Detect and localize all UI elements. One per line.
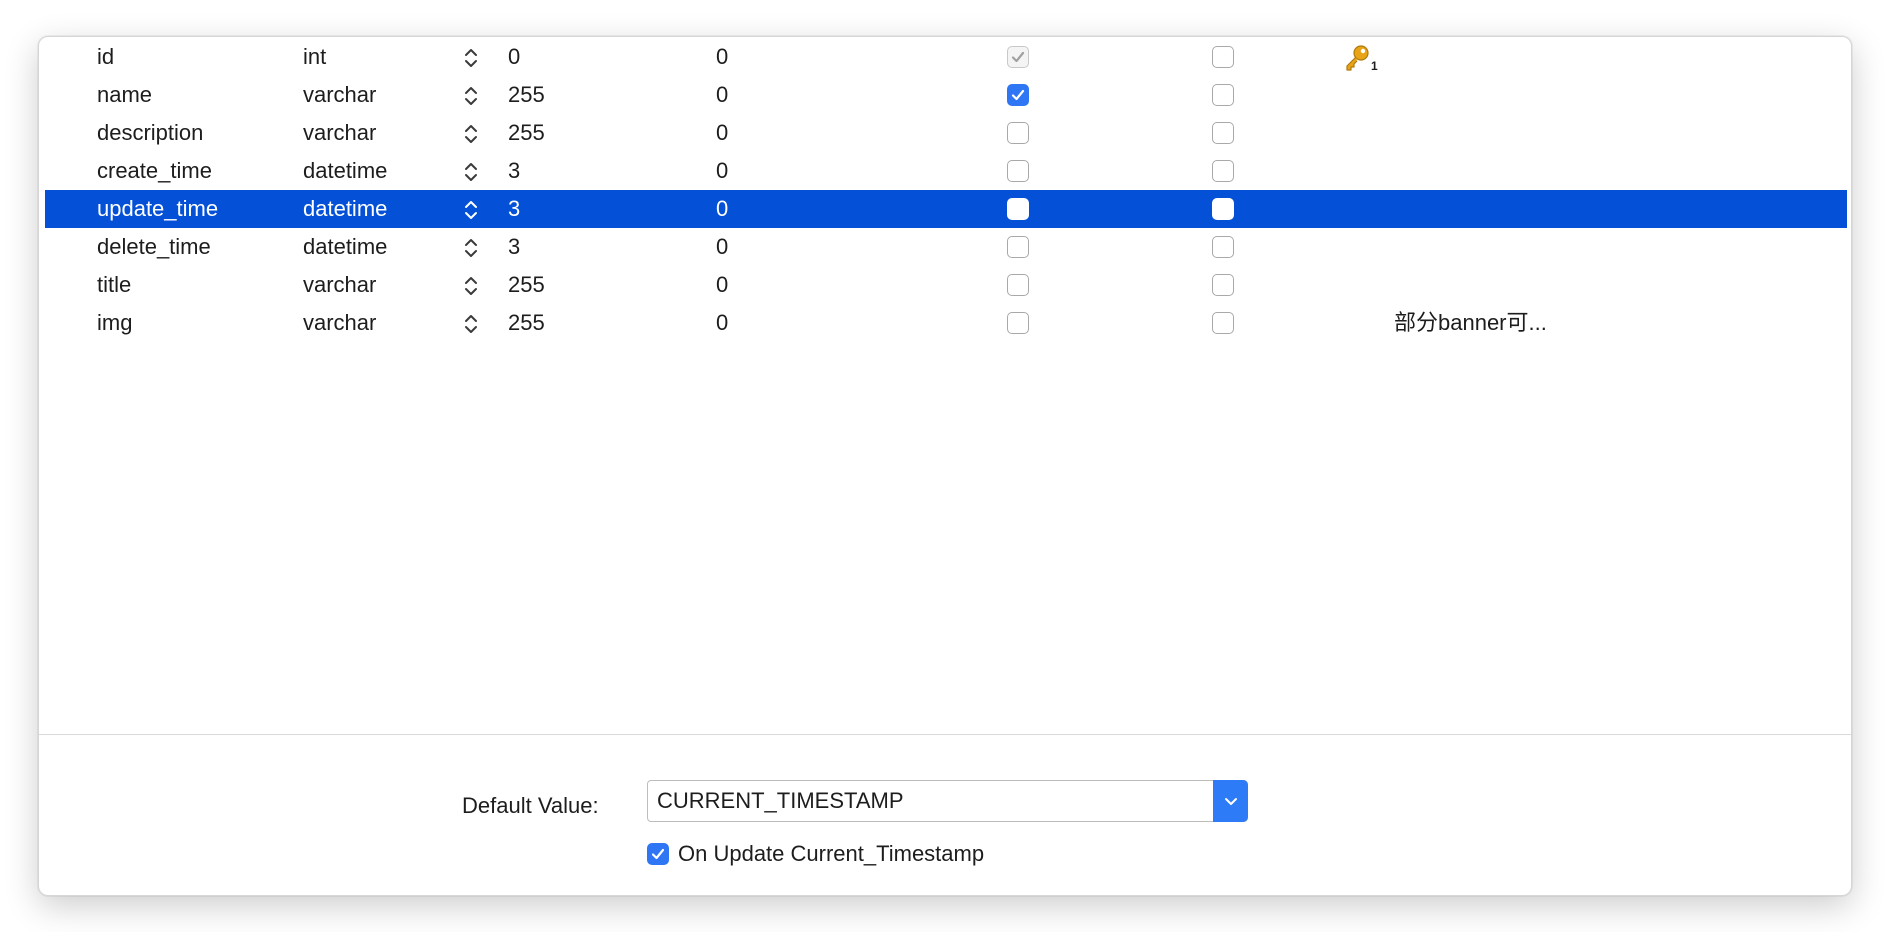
field-type[interactable]: varchar: [303, 114, 376, 152]
default-value-text: CURRENT_TIMESTAMP: [657, 788, 904, 813]
field-name[interactable]: title: [97, 266, 131, 304]
fields-table: id int 0 0 1 name varchar 255 0 description varcha…: [45, 38, 1847, 734]
field-decimals[interactable]: 0: [716, 38, 728, 76]
table-row[interactable]: name varchar 255 0: [45, 76, 1847, 114]
field-length[interactable]: 255: [508, 76, 545, 114]
unsigned-checkbox[interactable]: [1212, 198, 1234, 220]
table-structure-window: id int 0 0 1 name varchar 255 0 description varcha…: [38, 36, 1852, 896]
on-update-label: On Update Current_Timestamp: [678, 841, 985, 866]
field-type[interactable]: int: [303, 38, 326, 76]
table-row[interactable]: id int 0 0 1: [45, 38, 1847, 76]
svg-text:1: 1: [1371, 59, 1378, 72]
field-decimals[interactable]: 0: [716, 228, 728, 266]
field-name[interactable]: img: [97, 304, 132, 342]
default-value-select[interactable]: CURRENT_TIMESTAMP: [647, 780, 1248, 822]
table-row[interactable]: delete_time datetime 3 0: [45, 228, 1847, 266]
field-decimals[interactable]: 0: [716, 152, 728, 190]
field-length[interactable]: 255: [508, 266, 545, 304]
field-decimals[interactable]: 0: [716, 266, 728, 304]
table-row[interactable]: update_time datetime 3 0: [45, 190, 1847, 228]
field-length[interactable]: 0: [508, 38, 520, 76]
not-null-checkbox[interactable]: [1007, 122, 1029, 144]
unsigned-checkbox[interactable]: [1212, 84, 1234, 106]
type-stepper-icon[interactable]: [463, 275, 479, 297]
table-row[interactable]: create_time datetime 3 0: [45, 152, 1847, 190]
type-stepper-icon[interactable]: [463, 123, 479, 145]
not-null-checkbox[interactable]: [1007, 84, 1029, 106]
type-stepper-icon[interactable]: [463, 313, 479, 335]
field-name[interactable]: create_time: [97, 152, 212, 190]
unsigned-checkbox[interactable]: [1212, 122, 1234, 144]
field-decimals[interactable]: 0: [716, 304, 728, 342]
not-null-checkbox[interactable]: [1007, 274, 1029, 296]
unsigned-checkbox[interactable]: [1212, 236, 1234, 258]
field-length[interactable]: 3: [508, 190, 520, 228]
chevron-down-icon[interactable]: [1213, 780, 1248, 822]
field-length[interactable]: 255: [508, 304, 545, 342]
type-stepper-icon[interactable]: [463, 237, 479, 259]
type-stepper-icon[interactable]: [463, 47, 479, 69]
field-name[interactable]: name: [97, 76, 152, 114]
on-update-checkbox[interactable]: [647, 843, 669, 865]
field-decimals[interactable]: 0: [716, 114, 728, 152]
type-stepper-icon[interactable]: [463, 199, 479, 221]
not-null-checkbox[interactable]: [1007, 46, 1029, 68]
unsigned-checkbox[interactable]: [1212, 312, 1234, 334]
field-length[interactable]: 255: [508, 114, 545, 152]
field-comment[interactable]: 部分banner可...: [1394, 304, 1547, 342]
not-null-checkbox[interactable]: [1007, 236, 1029, 258]
field-type[interactable]: varchar: [303, 266, 376, 304]
field-name[interactable]: update_time: [97, 190, 218, 228]
field-length[interactable]: 3: [508, 152, 520, 190]
unsigned-checkbox[interactable]: [1212, 160, 1234, 182]
field-decimals[interactable]: 0: [716, 76, 728, 114]
field-decimals[interactable]: 0: [716, 190, 728, 228]
table-row[interactable]: img varchar 255 0 部分banner可...: [45, 304, 1847, 342]
field-type[interactable]: varchar: [303, 76, 376, 114]
table-row[interactable]: title varchar 255 0: [45, 266, 1847, 304]
field-name[interactable]: delete_time: [97, 228, 211, 266]
field-type[interactable]: varchar: [303, 304, 376, 342]
not-null-checkbox[interactable]: [1007, 312, 1029, 334]
field-type[interactable]: datetime: [303, 152, 387, 190]
on-update-option[interactable]: On Update Current_Timestamp: [647, 841, 984, 867]
unsigned-checkbox[interactable]: [1212, 274, 1234, 296]
not-null-checkbox[interactable]: [1007, 198, 1029, 220]
field-options-panel: Default Value: CURRENT_TIMESTAMP On Upda…: [39, 735, 1851, 895]
field-type[interactable]: datetime: [303, 228, 387, 266]
field-name[interactable]: description: [97, 114, 203, 152]
not-null-checkbox[interactable]: [1007, 160, 1029, 182]
default-value-label: Default Value:: [462, 793, 599, 818]
type-stepper-icon[interactable]: [463, 161, 479, 183]
field-name[interactable]: id: [97, 38, 114, 76]
type-stepper-icon[interactable]: [463, 85, 479, 107]
field-type[interactable]: datetime: [303, 190, 387, 228]
table-row[interactable]: description varchar 255 0: [45, 114, 1847, 152]
field-length[interactable]: 3: [508, 228, 520, 266]
unsigned-checkbox[interactable]: [1212, 46, 1234, 68]
